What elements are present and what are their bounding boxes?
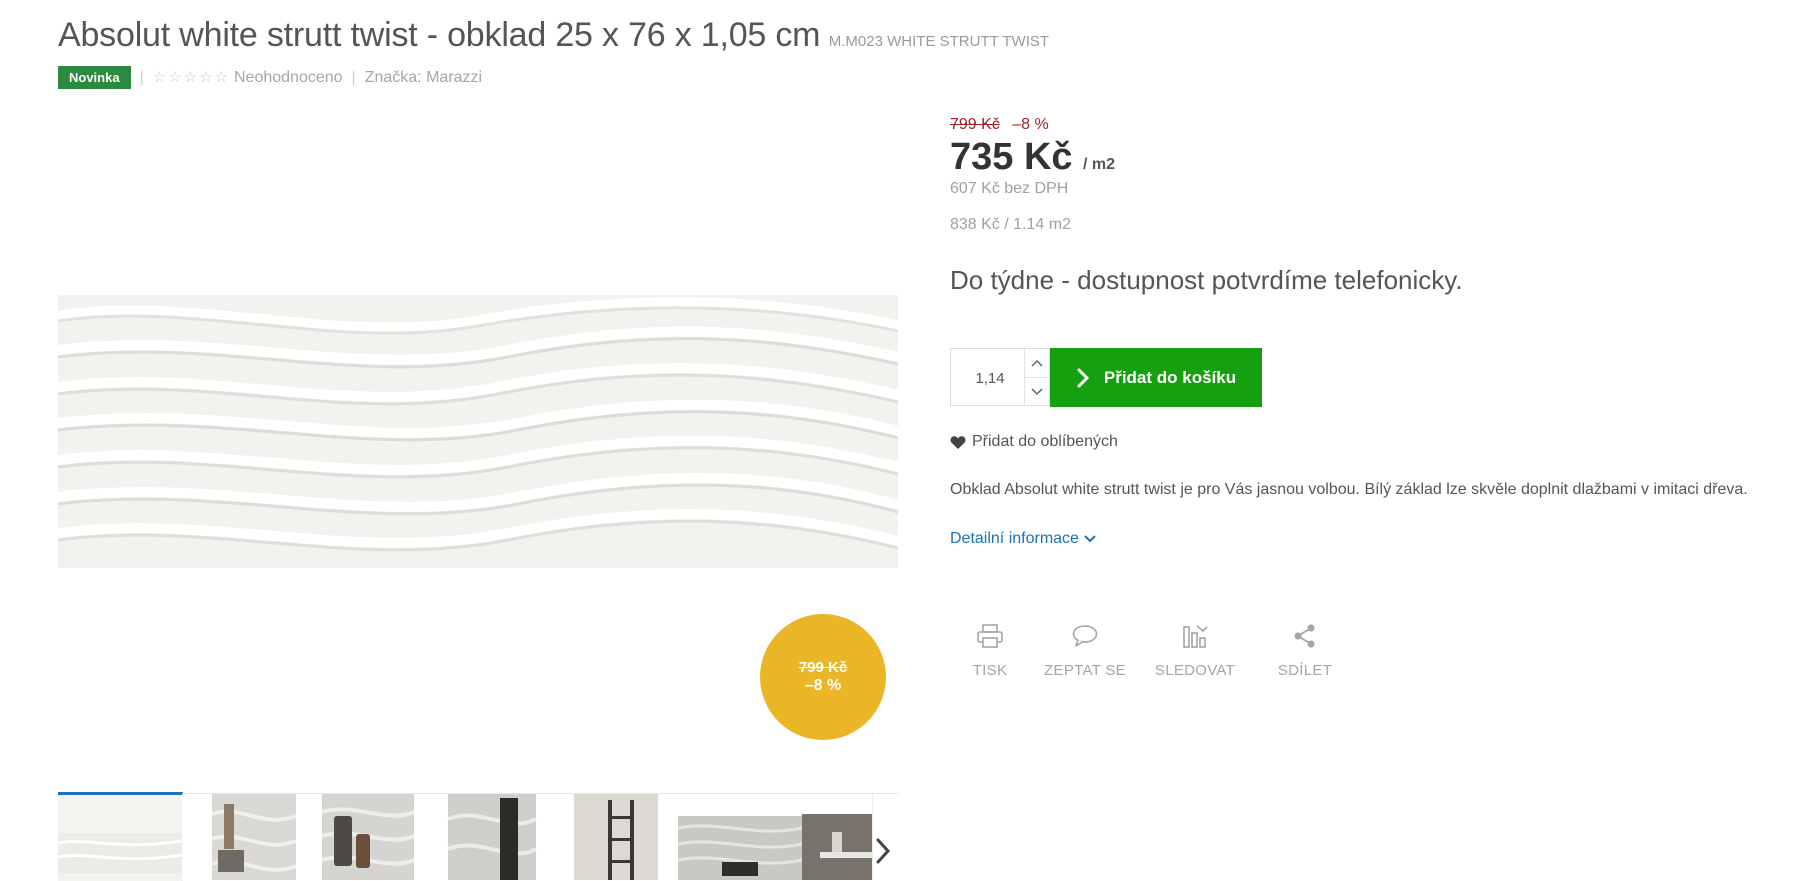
- chevron-down-icon: [1084, 535, 1096, 543]
- thumbnail[interactable]: [678, 794, 803, 880]
- disc-old-price: 799 Kč: [798, 659, 848, 676]
- tool-label: SLEDOVAT: [1154, 662, 1236, 679]
- thumbnail-image: [802, 794, 872, 880]
- product-header: Absolut white strutt twist - obklad 25 x…: [58, 16, 1049, 55]
- star-icon: ☆: [183, 69, 198, 86]
- tool-label: SDÍLET: [1277, 662, 1333, 679]
- price-unit: / m2: [1083, 156, 1116, 173]
- chevron-up-icon: [1031, 359, 1043, 367]
- thumbnail-image: [430, 794, 554, 880]
- gallery-next-arrow[interactable]: [872, 834, 896, 868]
- thumbnail-image: [554, 794, 678, 880]
- divider: |: [351, 68, 356, 86]
- product-tools: TISK ZEPTAT SE SLEDOVAT SDÍLET: [950, 620, 1360, 679]
- star-icon: ☆: [152, 69, 167, 86]
- old-price: 799 Kč: [950, 116, 1000, 133]
- detail-info-label: Detailní informace: [950, 530, 1079, 547]
- wave-tile-image: [58, 295, 898, 568]
- current-price-row: 735 Kč / m2: [950, 136, 1115, 179]
- tool-label: ZEPTAT SE: [1044, 662, 1126, 679]
- quantity-arrows: [1024, 349, 1049, 405]
- chevron-down-icon: [1031, 388, 1043, 396]
- detail-info-link[interactable]: Detailní informace: [950, 530, 1096, 548]
- page-title: Absolut white strutt twist - obklad 25 x…: [58, 16, 821, 54]
- discount-disc: 799 Kč –8 %: [760, 614, 886, 740]
- add-to-cart-label: Přidat do košíku: [1103, 367, 1237, 387]
- share-icon: [1294, 624, 1315, 648]
- speech-bubble-icon: [1072, 625, 1098, 647]
- star-icon: ☆: [214, 69, 228, 86]
- new-badge: Novinka: [58, 66, 131, 89]
- thumbnail-image: [182, 794, 306, 880]
- rating-stars[interactable]: ☆ ☆ ☆ ☆ ☆: [153, 70, 228, 85]
- price-without-vat: 607 Kč bez DPH: [950, 180, 1069, 197]
- chevron-right-icon: [876, 838, 891, 864]
- product-description: Obklad Absolut white strutt twist je pro…: [950, 481, 1748, 498]
- availability-text: Do týdne - dostupnost potvrdíme telefoni…: [950, 265, 1463, 295]
- ask-question-button[interactable]: ZEPTAT SE: [1030, 620, 1140, 679]
- watch-chart-icon: [1183, 625, 1208, 648]
- add-to-cart-button[interactable]: Přidat do košíku: [1050, 348, 1262, 407]
- quantity-input[interactable]: [951, 349, 1029, 407]
- quantity-decrease-button[interactable]: [1025, 378, 1049, 406]
- thumbnail-strip: [58, 792, 898, 881]
- package-price: 838 Kč / 1.14 m2: [950, 216, 1071, 233]
- star-icon: ☆: [168, 69, 182, 86]
- printer-icon: [977, 624, 1003, 648]
- thumbnail-image: [678, 794, 802, 880]
- thumbnail[interactable]: [554, 794, 679, 880]
- tool-label: TISK: [972, 662, 1008, 679]
- share-button[interactable]: SDÍLET: [1250, 620, 1360, 679]
- chevron-right-icon: [1077, 368, 1089, 387]
- watch-button[interactable]: SLEDOVAT: [1140, 620, 1250, 679]
- divider: |: [139, 68, 144, 86]
- thumbnail-image: [58, 795, 182, 881]
- heart-icon: [950, 435, 966, 449]
- disc-percent: –8 %: [804, 677, 842, 694]
- main-product-image[interactable]: [58, 295, 898, 568]
- discount-percent: –8 %: [1012, 116, 1049, 133]
- thumbnail-image: [306, 794, 430, 880]
- product-code: M.M023 WHITE STRUTT TWIST: [828, 33, 1050, 50]
- old-price-row: 799 Kč –8 %: [950, 116, 1049, 134]
- current-price: 735 Kč: [950, 136, 1073, 178]
- star-icon: ☆: [199, 69, 213, 86]
- add-to-favorites-link[interactable]: Přidat do oblíbených: [950, 433, 1118, 451]
- rating-text: Neohodnoceno: [234, 68, 343, 86]
- favorites-label: Přidat do oblíbených: [972, 433, 1118, 450]
- thumbnail[interactable]: [58, 792, 183, 881]
- thumbnail[interactable]: [430, 794, 555, 880]
- quantity-stepper[interactable]: [950, 348, 1050, 407]
- brand-label[interactable]: Značka: Marazzi: [365, 69, 482, 87]
- thumbnail[interactable]: [802, 794, 873, 880]
- print-button[interactable]: TISK: [950, 620, 1030, 679]
- product-meta: Novinka | ☆ ☆ ☆ ☆ ☆ Neohodnoceno | Značk…: [58, 66, 482, 89]
- thumbnail[interactable]: [182, 794, 307, 880]
- thumbnail[interactable]: [306, 794, 431, 880]
- quantity-increase-button[interactable]: [1025, 349, 1049, 378]
